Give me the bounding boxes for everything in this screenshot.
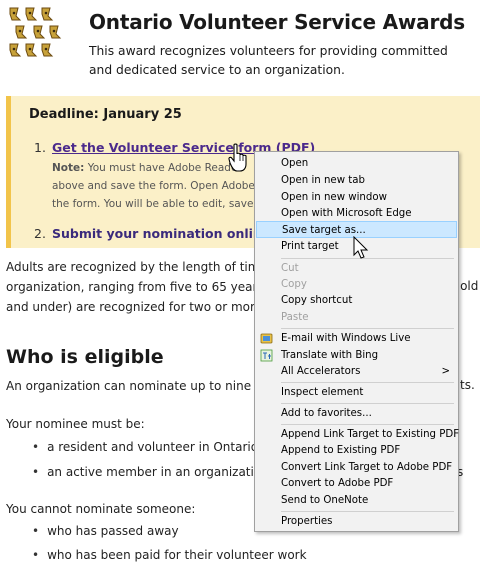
adults-line-2: organization, ranging from five to 65 ye… — [6, 280, 261, 294]
cannot-intro: You cannot nominate someone: — [6, 502, 196, 516]
menu-separator — [281, 403, 454, 404]
menu-item-send-to-onenote[interactable]: Send to OneNote — [255, 492, 458, 509]
menu-item-copy-shortcut[interactable]: Copy shortcut — [255, 292, 458, 309]
menu-item-inspect-element[interactable]: Inspect element — [255, 384, 458, 401]
menu-item-append-existing-pdf[interactable]: Append to Existing PDF — [255, 442, 458, 459]
menu-item-open[interactable]: Open — [255, 155, 458, 172]
menu-item-paste[interactable]: Paste — [255, 309, 458, 326]
page-title: Ontario Volunteer Service Awards — [89, 10, 465, 34]
menu-item-translate-bing[interactable]: Translate with Bing — [255, 347, 458, 364]
submit-nomination-link[interactable]: Submit your nomination online — [52, 226, 270, 241]
menu-item-email-windows-live[interactable]: E-mail with Windows Live — [255, 330, 458, 347]
windows-live-icon — [260, 332, 273, 345]
submenu-arrow-icon: > — [441, 366, 450, 377]
menu-item-append-link-target-pdf[interactable]: Append Link Target to Existing PDF — [255, 426, 459, 443]
menu-separator — [281, 424, 454, 425]
menu-item-open-new-window[interactable]: Open in new window — [255, 189, 458, 206]
context-menu: Open Open in new tab Open in new window … — [254, 151, 459, 532]
adults-line-3: and under) are recognized for two or mor… — [6, 300, 261, 314]
cannot-bullet-2: who has been paid for their volunteer wo… — [32, 548, 306, 562]
menu-item-label: All Accelerators — [281, 366, 361, 377]
menu-item-all-accelerators[interactable]: All Accelerators > — [255, 363, 458, 380]
intro-text: This award recognizes volunteers for pro… — [89, 44, 448, 77]
menu-item-open-new-tab[interactable]: Open in new tab — [255, 172, 458, 189]
org-line: An organization can nominate up to nine … — [6, 379, 261, 393]
menu-separator — [281, 511, 454, 512]
arrow-cursor-icon — [352, 235, 370, 262]
menu-item-convert-to-pdf[interactable]: Convert to Adobe PDF — [255, 475, 458, 492]
nominee-bullet-2: an active member in an organization — [32, 465, 269, 479]
note-line-2: above and save the form. Open Adobe F — [52, 180, 265, 192]
step-1-number: 1. — [34, 140, 46, 155]
menu-item-label: Translate with Bing — [281, 350, 379, 361]
nominee-bullet-1: a resident and volunteer in Ontario — [32, 440, 258, 454]
menu-item-add-to-favorites[interactable]: Add to favorites... — [255, 405, 458, 422]
menu-item-open-with-edge[interactable]: Open with Microsoft Edge — [255, 205, 458, 222]
org-right-fragment: ts. — [460, 378, 475, 392]
menu-separator — [281, 328, 454, 329]
menu-item-cut[interactable]: Cut — [255, 260, 458, 277]
adults-line-1: Adults are recognized by the length of t… — [6, 260, 261, 274]
nominee-intro: Your nominee must be: — [6, 417, 145, 431]
hand-cursor-icon — [228, 143, 250, 173]
menu-item-label: E-mail with Windows Live — [281, 333, 411, 344]
menu-item-copy[interactable]: Copy — [255, 276, 458, 293]
step-2-number: 2. — [34, 226, 46, 241]
menu-item-convert-link-target-pdf[interactable]: Convert Link Target to Adobe PDF — [255, 459, 458, 476]
menu-separator — [281, 382, 454, 383]
who-is-eligible-heading: Who is eligible — [6, 346, 164, 368]
note-label: Note: — [52, 162, 85, 174]
note-line-1: You must have Adobe Reade — [87, 162, 238, 174]
deadline-heading: Deadline: January 25 — [29, 107, 182, 122]
cannot-bullet-1: who has passed away — [32, 524, 179, 538]
awards-logo — [4, 4, 70, 64]
menu-item-properties[interactable]: Properties — [255, 513, 458, 530]
bing-translate-icon — [260, 349, 273, 362]
note-line-3: the form. You will be able to edit, save… — [52, 198, 264, 210]
